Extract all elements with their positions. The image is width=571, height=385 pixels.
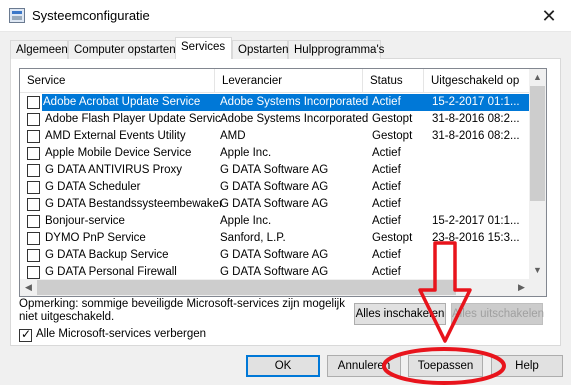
list-header: Service Leverancier Status Uitgeschakeld… [20,69,530,93]
service-status: Actief [372,181,401,193]
service-enable-checkbox[interactable] [27,249,40,262]
service-manufacturer: G DATA Software AG [220,181,329,193]
service-disabled-date [429,162,530,179]
service-disabled-date [429,145,530,162]
close-button[interactable]: ✕ [535,2,563,30]
scroll-down-arrow-icon[interactable]: ▼ [529,262,546,279]
hide-microsoft-services-checkbox[interactable] [19,327,32,342]
service-manufacturer: G DATA Software AG [220,249,329,261]
scroll-right-arrow-icon[interactable]: ▶ [513,279,530,296]
service-enable-checkbox[interactable] [27,147,40,160]
service-manufacturer: Apple Inc. [220,147,272,159]
horizontal-scrollbar[interactable]: ◀ ▶ [20,279,530,296]
service-row[interactable]: G DATA ANTIVIRUS Proxy G DATA Software AG… [20,162,530,179]
service-disabled-date: 15-2-2017 01:1... [432,215,520,227]
service-manufacturer: AMD [220,130,246,142]
scrollbar-corner [529,279,546,296]
service-name: G DATA Scheduler [45,181,141,193]
cancel-button[interactable]: Annuleren [327,355,401,377]
service-status: Actief [372,198,401,210]
service-name: Bonjour-service [45,215,125,227]
service-status: Actief [372,215,401,227]
service-status: Actief [369,94,428,111]
scroll-up-arrow-icon[interactable]: ▲ [529,69,546,86]
disable-all-button[interactable]: Alles uitschakelen [451,303,544,325]
service-status: Actief [372,249,401,261]
service-status: Actief [372,164,401,176]
service-manufacturer: Adobe Systems Incorporated [220,113,368,125]
service-enable-checkbox[interactable] [27,113,40,126]
hide-microsoft-services-label: Alle Microsoft-services verbergen [36,328,207,340]
service-row[interactable]: Bonjour-service Apple Inc. Actief 15-2-2017… [20,213,530,230]
service-enable-checkbox[interactable] [27,215,40,228]
dialog-button-bar: OK Annuleren Toepassen Help [0,350,571,385]
service-row[interactable]: Adobe Acrobat Update Service Adobe System… [20,94,530,111]
service-name: DYMO PnP Service [45,232,146,244]
list-body: Adobe Acrobat Update Service Adobe System… [20,94,530,296]
service-enable-checkbox[interactable] [27,96,40,109]
service-name: G DATA Backup Service [45,249,169,261]
service-manufacturer: Sanford, L.P. [220,232,286,244]
service-manufacturer: Adobe Systems Incorporated [219,94,368,111]
service-enable-checkbox[interactable] [27,130,40,143]
service-disabled-date: 31-8-2016 08:2... [432,130,520,142]
service-status: Gestopt [372,130,413,142]
service-disabled-date: 15-2-2017 01:1... [429,94,530,111]
scroll-left-arrow-icon[interactable]: ◀ [20,279,37,296]
title-bar: Systeemconfiguratie ✕ [0,0,571,32]
tab-general[interactable]: Algemeen [10,40,68,59]
service-enable-checkbox[interactable] [27,232,40,245]
service-manufacturer: Apple Inc. [220,215,272,227]
horizontal-scroll-thumb[interactable] [37,280,456,295]
service-name: Adobe Flash Player Update Service [45,113,221,125]
service-name: G DATA Bestandssysteembewaker [45,198,221,210]
service-name: Apple Mobile Device Service [45,147,192,159]
msconfig-app-icon [9,8,25,23]
tab-startup[interactable]: Opstarten [232,40,289,59]
tab-tools[interactable]: Hulpprogramma's [288,40,384,59]
service-row[interactable]: G DATA Backup Service G DATA Software AG A… [20,247,530,264]
service-manufacturer: G DATA Software AG [220,164,329,176]
service-status: Gestopt [372,232,413,244]
service-disabled-date: 23-8-2016 15:3... [432,232,520,244]
service-row[interactable]: Adobe Flash Player Update Service Adobe S… [20,111,530,128]
service-enable-checkbox[interactable] [27,198,40,211]
service-row[interactable]: AMD External Events Utility AMD Gestopt 31-… [20,128,530,145]
service-row[interactable]: Apple Mobile Device Service Apple Inc. Act… [20,145,530,162]
service-disabled-date [429,196,530,213]
service-manufacturer: G DATA Software AG [220,198,329,210]
tab-services[interactable]: Services [175,37,232,59]
service-name: AMD External Events Utility [45,130,186,142]
tab-boot[interactable]: Computer opstarten [68,40,182,59]
services-list[interactable]: Service Leverancier Status Uitgeschakeld… [19,68,547,297]
service-enable-checkbox[interactable] [27,181,40,194]
column-header-manufacturer[interactable]: Leverancier [215,69,363,93]
enable-all-button[interactable]: Alles inschakelen [354,303,446,325]
service-status: Gestopt [372,113,413,125]
column-header-service[interactable]: Service [20,69,215,93]
service-disabled-date [429,179,530,196]
service-status: Actief [372,147,401,159]
help-button[interactable]: Help [491,355,563,377]
column-header-disabled-date[interactable]: Uitgeschakeld op [424,69,530,93]
service-disabled-date [429,247,530,264]
microsoft-services-note: Opmerking: sommige beveiligde Microsoft-… [19,298,345,323]
service-row[interactable]: G DATA Scheduler G DATA Software AG Actief [20,179,530,196]
service-name: G DATA ANTIVIRUS Proxy [45,164,182,176]
window-title: Systeemconfiguratie [32,8,150,23]
apply-button[interactable]: Toepassen [408,355,483,377]
service-disabled-date: 31-8-2016 08:2... [432,113,520,125]
service-row[interactable]: DYMO PnP Service Sanford, L.P. Gestopt 23-8… [20,230,530,247]
service-enable-checkbox[interactable] [27,266,40,279]
service-row[interactable]: G DATA Bestandssysteembewaker G DATA Soft… [20,196,530,213]
service-enable-checkbox[interactable] [27,164,40,177]
vertical-scroll-thumb[interactable] [530,86,545,201]
column-header-status[interactable]: Status [363,69,424,93]
ok-button[interactable]: OK [246,355,320,377]
vertical-scrollbar[interactable]: ▲ ▼ [529,69,546,279]
